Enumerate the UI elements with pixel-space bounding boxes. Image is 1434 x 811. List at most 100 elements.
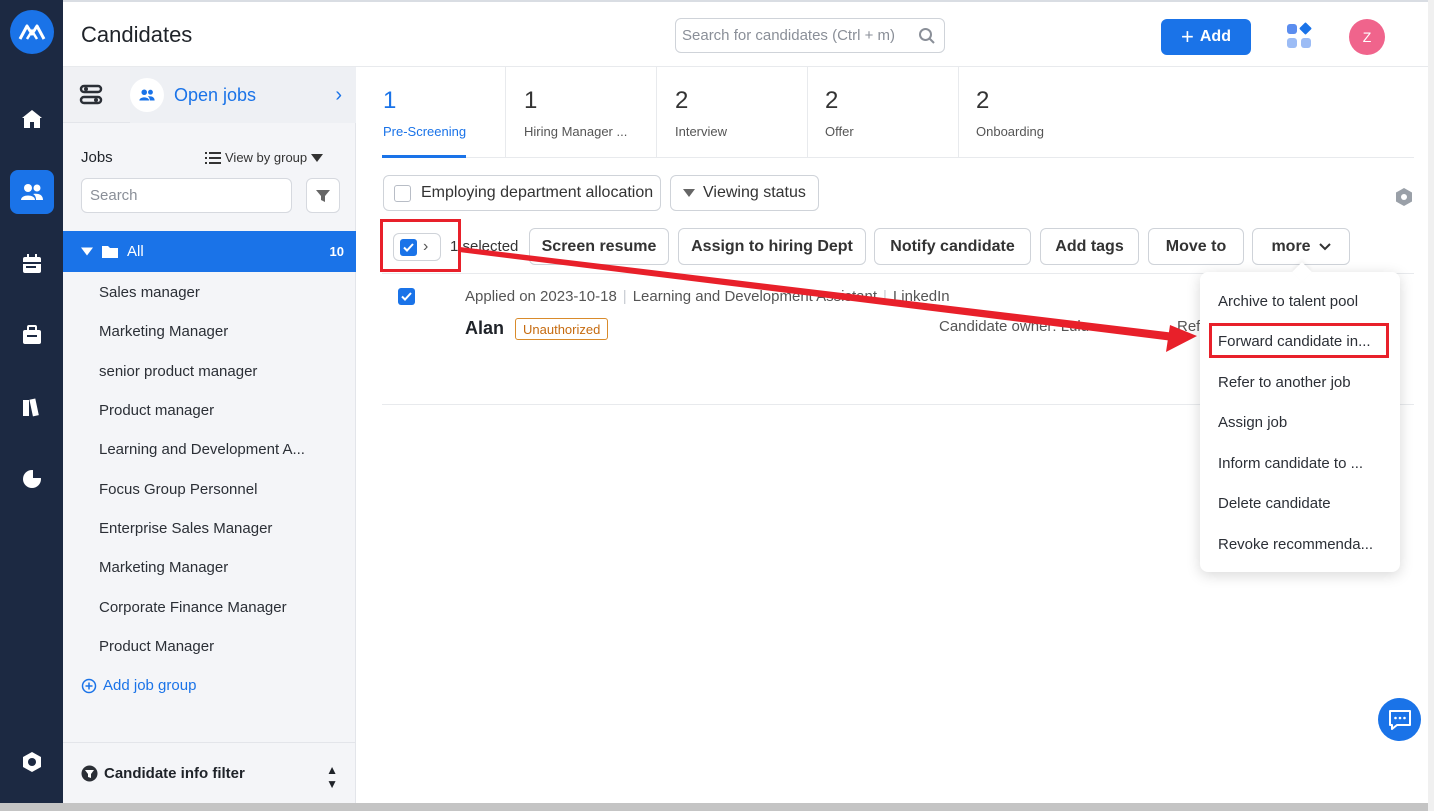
open-jobs-avatar bbox=[130, 78, 164, 112]
viewing-status-filter[interactable]: Viewing status bbox=[670, 175, 819, 211]
search-icon[interactable] bbox=[918, 27, 936, 45]
checkbox-checked[interactable] bbox=[398, 288, 415, 305]
logo-icon bbox=[18, 24, 46, 40]
tab-interview[interactable]: 2 Interview bbox=[657, 67, 808, 158]
plus-icon: + bbox=[1181, 24, 1194, 49]
job-list-item[interactable]: Learning and Development A... bbox=[99, 441, 305, 458]
move-to-button[interactable]: Move to bbox=[1148, 228, 1244, 265]
app-logo[interactable] bbox=[10, 10, 54, 54]
app-nav-rail bbox=[0, 0, 63, 811]
calendar-nav-button[interactable] bbox=[10, 242, 54, 286]
tab-hiring-manager[interactable]: 1 Hiring Manager ... bbox=[506, 67, 657, 158]
candidate-checkbox[interactable] bbox=[398, 288, 415, 305]
people-icon bbox=[21, 184, 43, 200]
job-filter-button[interactable] bbox=[306, 178, 340, 213]
reports-nav-button[interactable] bbox=[10, 457, 54, 501]
filter-icon bbox=[316, 189, 330, 202]
open-jobs-tab[interactable]: Open jobs › bbox=[130, 67, 356, 123]
view-by-group-label: View by group bbox=[225, 150, 308, 165]
job-group-all-label: All bbox=[127, 243, 144, 260]
menu-item-revoke-recommendation[interactable]: Revoke recommenda... bbox=[1218, 536, 1373, 553]
apps-icon[interactable] bbox=[1285, 22, 1313, 50]
stage-tabs-divider bbox=[382, 157, 1414, 158]
menu-item-assign-job[interactable]: Assign job bbox=[1218, 414, 1287, 431]
applied-date: Applied on 2023-10-18 bbox=[465, 288, 617, 305]
job-list-item[interactable]: Marketing Manager bbox=[99, 559, 228, 576]
candidate-name[interactable]: Alan bbox=[465, 318, 504, 339]
job-search-input[interactable] bbox=[90, 187, 289, 204]
stage-name: Pre-Screening bbox=[383, 124, 467, 139]
pie-chart-icon bbox=[23, 469, 42, 488]
settings-nav-button[interactable] bbox=[10, 740, 54, 784]
switch-view-icon[interactable] bbox=[77, 81, 105, 109]
add-button-label: Add bbox=[1199, 28, 1231, 45]
employing-department-filter[interactable]: Employing department allocation bbox=[383, 175, 661, 211]
job-list-item[interactable]: Focus Group Personnel bbox=[99, 481, 257, 498]
candidate-ref: Ref bbox=[1177, 318, 1201, 335]
menu-item-delete-candidate[interactable]: Delete candidate bbox=[1218, 495, 1331, 512]
screen-resume-button[interactable]: Screen resume bbox=[529, 228, 669, 265]
user-avatar[interactable]: Z bbox=[1349, 19, 1385, 55]
open-jobs-label: Open jobs bbox=[174, 84, 257, 105]
job-list-item[interactable]: Corporate Finance Manager bbox=[99, 599, 287, 616]
candidate-search-input[interactable] bbox=[682, 27, 918, 44]
stage-count: 2 bbox=[675, 87, 689, 114]
vertical-scrollbar[interactable] bbox=[1428, 0, 1434, 811]
candidates-nav-button[interactable] bbox=[10, 170, 54, 214]
candidate-search-box[interactable] bbox=[675, 18, 945, 53]
page-title: Candidates bbox=[81, 22, 193, 47]
job-list-item[interactable]: senior product manager bbox=[99, 363, 257, 380]
home-nav-button[interactable] bbox=[10, 97, 54, 141]
assign-to-hiring-dept-button[interactable]: Assign to hiring Dept bbox=[678, 228, 866, 265]
add-job-group-link[interactable]: Add job group bbox=[81, 677, 196, 694]
menu-item-archive-to-talent-pool[interactable]: Archive to talent pool bbox=[1218, 293, 1358, 310]
job-list-item[interactable]: Product manager bbox=[99, 402, 214, 419]
home-icon bbox=[22, 110, 42, 128]
separator: | bbox=[883, 288, 887, 305]
separator: | bbox=[622, 288, 627, 305]
caret-down-icon bbox=[683, 189, 695, 197]
list-settings-icon[interactable] bbox=[1394, 187, 1414, 207]
more-button[interactable]: more bbox=[1252, 228, 1350, 265]
top-header: Candidates + Add Z bbox=[63, 0, 1434, 67]
menu-item-refer-to-another-job[interactable]: Refer to another job bbox=[1218, 374, 1351, 391]
job-list-item[interactable]: Product Manager bbox=[99, 638, 214, 655]
job-group-all[interactable]: All 10 bbox=[63, 231, 356, 272]
people-icon bbox=[139, 89, 155, 101]
horizontal-scrollbar[interactable] bbox=[0, 803, 1428, 811]
job-search-box[interactable] bbox=[81, 178, 292, 213]
tab-onboarding[interactable]: 2 Onboarding bbox=[959, 67, 1110, 158]
menu-item-inform-candidate[interactable]: Inform candidate to ... bbox=[1218, 455, 1363, 472]
viewing-status-label: Viewing status bbox=[703, 184, 806, 201]
view-by-group-toggle[interactable]: View by group bbox=[205, 150, 324, 165]
filter-icon bbox=[81, 765, 98, 782]
stage-count: 2 bbox=[825, 87, 839, 114]
job-list-item[interactable]: Enterprise Sales Manager bbox=[99, 520, 272, 537]
notify-candidate-button[interactable]: Notify candidate bbox=[874, 228, 1031, 265]
tab-offer[interactable]: 2 Offer bbox=[808, 67, 959, 158]
candidate-info-filter-title: Candidate info filter bbox=[81, 765, 245, 782]
job-list-item[interactable]: Sales manager bbox=[99, 284, 200, 301]
add-circle-icon bbox=[81, 678, 97, 693]
stage-name: Interview bbox=[675, 124, 728, 139]
jobs-nav-button[interactable] bbox=[10, 313, 54, 357]
applied-job[interactable]: Learning and Development Assistant bbox=[633, 288, 877, 305]
add-job-group-label: Add job group bbox=[103, 677, 197, 694]
sort-toggle-icon[interactable]: ▲ ▼ bbox=[326, 763, 338, 791]
candidate-info-filter[interactable]: Candidate info filter ▲ ▼ bbox=[63, 742, 356, 811]
settings-icon bbox=[23, 752, 41, 772]
chat-icon bbox=[1388, 709, 1411, 730]
chat-button[interactable] bbox=[1378, 698, 1421, 741]
job-group-all-count: 10 bbox=[329, 244, 344, 259]
chevron-down-icon bbox=[1318, 242, 1331, 250]
list-icon bbox=[205, 151, 221, 164]
candidate-info-filter-label: Candidate info filter bbox=[104, 765, 245, 782]
add-tags-button[interactable]: Add tags bbox=[1040, 228, 1139, 265]
add-button[interactable]: + Add bbox=[1161, 19, 1251, 55]
check-icon bbox=[401, 292, 412, 301]
job-list-item[interactable]: Marketing Manager bbox=[99, 323, 228, 340]
tab-pre-screening[interactable]: 1 Pre-Screening bbox=[383, 67, 506, 158]
library-nav-button[interactable] bbox=[10, 385, 54, 429]
checkbox-empty[interactable] bbox=[394, 184, 411, 202]
annotation-highlight-forward bbox=[1209, 323, 1389, 358]
